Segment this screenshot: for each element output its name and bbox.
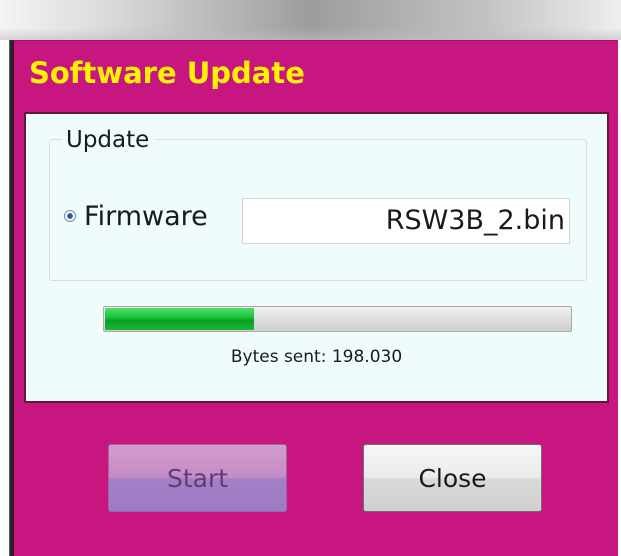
start-button[interactable]: Start [108, 444, 287, 512]
desktop-background-strip [0, 0, 621, 40]
update-panel: Update Firmware RSW3B_2.bin Bytes sent: … [24, 112, 609, 403]
upload-progress-bar [103, 306, 572, 332]
progress-bar-fill [105, 308, 255, 330]
window-title: Software Update [29, 56, 305, 90]
close-button[interactable]: Close [363, 444, 542, 512]
update-group-label: Update [62, 127, 156, 153]
firmware-file-field[interactable]: RSW3B_2.bin [242, 198, 570, 244]
radio-selected-icon[interactable] [64, 210, 76, 222]
bytes-sent-label: Bytes sent: 198.030 [230, 347, 403, 367]
software-update-window: Software Update Update Firmware RSW3B_2.… [12, 40, 618, 556]
update-group-box: Update Firmware RSW3B_2.bin [49, 127, 587, 281]
firmware-radio-label[interactable]: Firmware [84, 201, 208, 232]
